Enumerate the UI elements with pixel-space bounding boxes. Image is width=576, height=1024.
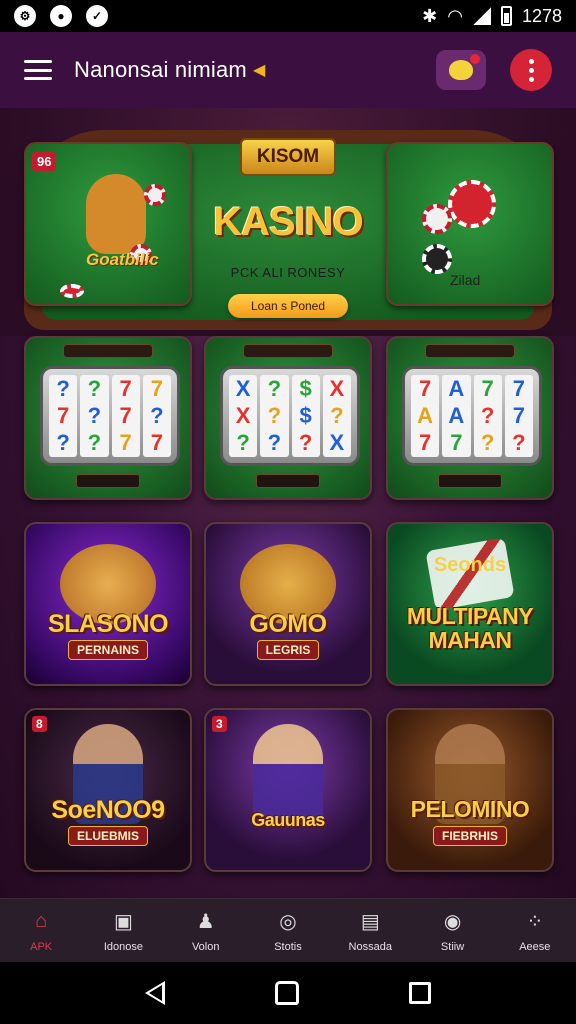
slot-tile-2[interactable]: X X? ??? $ $? X? X — [204, 336, 372, 500]
game-badge: 3 — [212, 716, 227, 732]
hero-title: KASINO — [213, 200, 364, 244]
back-icon[interactable] — [145, 981, 165, 1005]
signal-icon — [472, 7, 491, 25]
nav-label: Idonose — [103, 940, 143, 953]
cat-mascot-icon — [86, 174, 146, 254]
chip-icon — [448, 180, 496, 228]
game-subtitle: LEGRIS — [256, 640, 320, 660]
spin-button[interactable] — [256, 474, 320, 488]
nav-label: Nossada — [348, 940, 392, 953]
app-screen: Nanonsai nimiam ◀ 96 Goatbilic KISOM KAS… — [0, 32, 576, 962]
game-tile-multipany[interactable]: Seonds MULTIPANY MAHAN — [386, 522, 554, 686]
game-tile-slasono[interactable]: SLASONO PERNAINS — [24, 522, 192, 686]
bottom-nav: ⌂ APK ▣ Idonose ♟ Volon ◎ Stotis ▤ Nossa… — [0, 898, 576, 962]
hero-badge: 96 — [32, 152, 57, 171]
game-title: SoeNOO9 — [51, 796, 165, 824]
spin-button[interactable] — [76, 474, 140, 488]
game-tile-soenoo9[interactable]: 8 SoeNOO9 ELUEBMIS — [24, 708, 192, 872]
game-subtitle: PERNAINS — [67, 640, 148, 660]
wifi-icon: ◠ — [447, 5, 463, 26]
nav-label: APK — [30, 940, 53, 953]
home-button-icon[interactable] — [275, 981, 299, 1005]
game-tile-pelomino[interactable]: PELOMINO FIEBRHIS — [386, 708, 554, 872]
spin-button[interactable] — [438, 474, 502, 488]
hero-center: KISOM KASINO PCK ALI RONESY Loan s Poned — [200, 138, 376, 328]
nav-label: Aeese — [519, 940, 551, 953]
compass-icon: ◎ — [279, 911, 297, 933]
gamepad-icon: ◉ — [443, 911, 462, 933]
nav-item-nossada[interactable]: ▤ Nossada — [329, 899, 411, 962]
nav-item-volon[interactable]: ♟ Volon — [165, 899, 247, 962]
nav-label: Stotis — [274, 940, 302, 953]
person-icon — [253, 724, 323, 824]
game-title: PELOMINO — [410, 796, 530, 822]
game-tile-gauunas[interactable]: 3 Gauunas — [204, 708, 372, 872]
recent-apps-icon[interactable] — [409, 982, 431, 1004]
nav-item-stiiw[interactable]: ◉ Stiiw — [411, 899, 493, 962]
hero-right-card[interactable]: Zilad — [386, 142, 554, 306]
grid-icon: ⁘ — [526, 911, 544, 933]
bluetooth-icon: ✱ — [422, 5, 438, 26]
game-badge: 8 — [32, 716, 47, 732]
arrow-icon: ◀ — [252, 62, 266, 79]
game-top-text: Seonds — [433, 554, 507, 576]
game-subtitle: FIEBRHIS — [432, 826, 507, 846]
settings-icon: ⚙ — [14, 5, 36, 27]
hero-left-label: Goatbilic — [86, 250, 159, 269]
game-title: SLASONO — [47, 610, 169, 638]
chip-icon — [422, 204, 452, 234]
slot-tile-3[interactable]: 7A7 AA7 7?? 7 7? — [386, 336, 554, 500]
system-nav-bar — [0, 962, 576, 1024]
nav-label: Volon — [191, 940, 220, 953]
game-subtitle: ELUEBMIS — [67, 826, 148, 846]
game-tile-gomo[interactable]: GOMO LEGRIS — [204, 522, 372, 686]
game-title: GOMO — [249, 610, 327, 638]
mascot-icon[interactable] — [436, 50, 486, 90]
chip-icon — [422, 244, 452, 274]
game-title: Gauunas — [251, 810, 325, 830]
battery-icon — [500, 6, 512, 26]
file-icon: ▣ — [113, 911, 133, 933]
slot-machine: 7A7 AA7 7?? 7 7? — [402, 366, 542, 466]
hero-right-label: Zilad — [450, 272, 481, 288]
hero-left-card[interactable]: 96 Goatbilic — [24, 142, 192, 306]
nav-item-apk[interactable]: ⌂ APK — [0, 899, 82, 962]
slot-tile-1[interactable]: ? 7? ??? 777 7? 7 — [24, 336, 192, 500]
status-bar: ⚙ ● ✓ ✱ ◠ 1278 — [0, 0, 576, 32]
messenger-icon: ✓ — [86, 5, 108, 27]
game-title-line2: MAHAN — [428, 627, 512, 653]
hero-cta-button[interactable]: Loan s Poned — [228, 294, 348, 318]
nav-label: Stiiw — [440, 940, 465, 953]
slot-machine: X X? ??? $ $? X? X — [220, 366, 360, 466]
alert-icon: ● — [50, 5, 72, 27]
hero-subtitle: PCK ALI RONESY — [230, 265, 346, 280]
window-icon: ▤ — [360, 911, 380, 933]
game-title: MULTIPANY — [406, 603, 534, 629]
app-header: Nanonsai nimiam ◀ — [0, 32, 576, 108]
more-vertical-icon[interactable] — [510, 49, 552, 91]
home-icon: ⌂ — [35, 910, 48, 932]
chip-icon — [60, 284, 84, 298]
notification-dot — [470, 54, 480, 64]
hero-banner[interactable]: 96 Goatbilic KISOM KASINO PCK ALI RONESY… — [0, 108, 576, 336]
kisom-logo: KISOM — [240, 138, 336, 176]
nav-item-idonose[interactable]: ▣ Idonose — [82, 899, 164, 962]
person-icon: ♟ — [196, 911, 215, 933]
app-title: Nanonsai nimiam — [74, 57, 247, 82]
nav-item-aeese[interactable]: ⁘ Aeese — [494, 899, 576, 962]
status-time: 1278 — [521, 5, 562, 26]
nav-item-stotis[interactable]: ◎ Stotis — [247, 899, 329, 962]
slot-machine: ? 7? ??? 777 7? 7 — [40, 366, 180, 466]
hamburger-menu-icon[interactable] — [24, 60, 52, 80]
chip-icon — [144, 184, 166, 206]
